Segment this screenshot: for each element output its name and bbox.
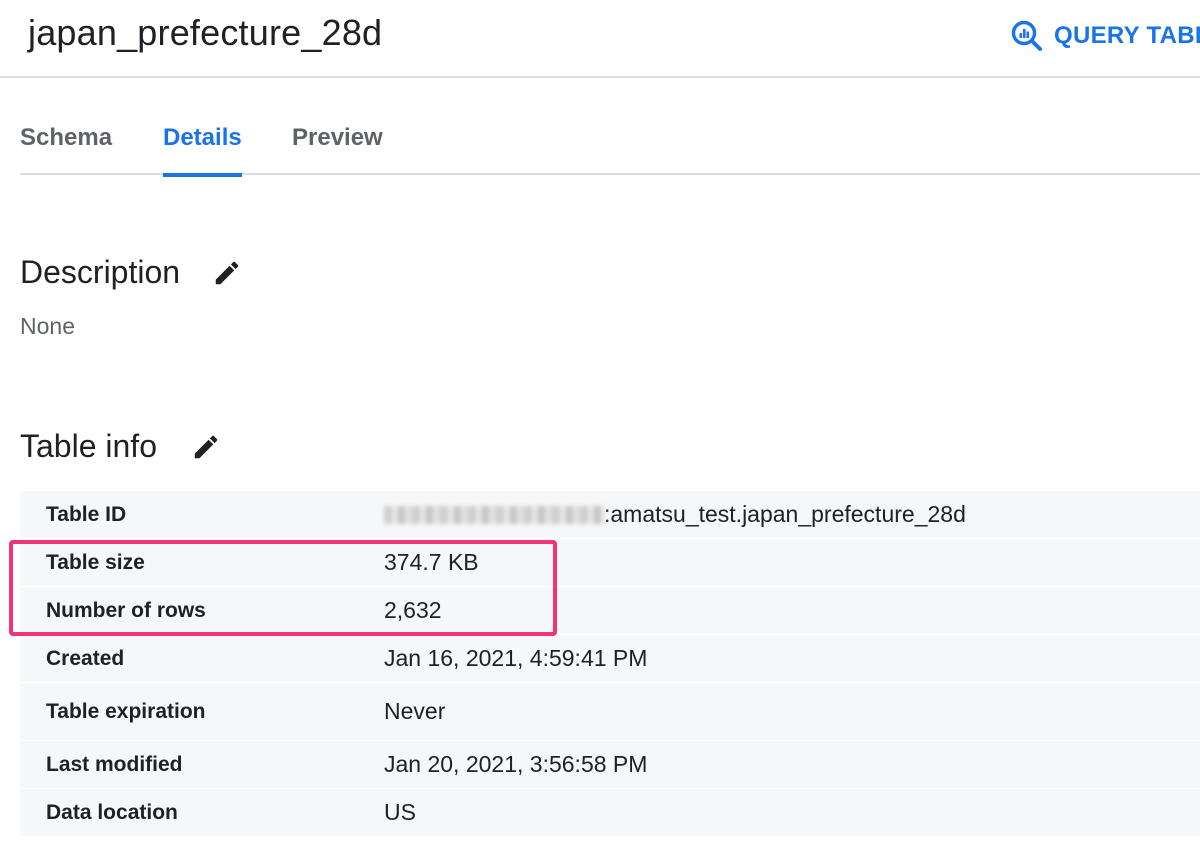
data-location-value: US	[384, 799, 416, 825]
tab-details[interactable]: Details	[163, 100, 242, 177]
last-modified-value: Jan 20, 2021, 3:56:58 PM	[384, 751, 648, 777]
table-info-row-created: Created Jan 16, 2021, 4:59:41 PM	[20, 635, 1200, 683]
redacted-project-id	[384, 505, 604, 524]
table-expiration-label: Table expiration	[46, 699, 206, 723]
table-id-label: Table ID	[46, 502, 127, 526]
table-info-row-number-of-rows: Number of rows 2,632	[20, 587, 1200, 635]
last-modified-label: Last modified	[46, 752, 183, 776]
number-of-rows-label: Number of rows	[46, 598, 206, 622]
tab-preview[interactable]: Preview	[292, 100, 383, 175]
query-table-label: QUERY TABLE	[1054, 22, 1200, 49]
table-info-section-title: Table info	[20, 428, 221, 465]
table-size-value: 374.7 KB	[384, 549, 479, 575]
details-tabs: Schema Details Preview	[20, 100, 1200, 177]
description-value: None	[20, 313, 75, 339]
created-value: Jan 16, 2021, 4:59:41 PM	[384, 645, 648, 671]
data-location-label: Data location	[46, 800, 178, 824]
table-info-list: Table ID :amatsu_test.japan_prefecture_2…	[20, 491, 1200, 837]
tab-schema[interactable]: Schema	[20, 100, 112, 175]
table-expiration-value: Never	[384, 698, 446, 724]
edit-table-info-pencil-icon[interactable]	[191, 432, 221, 462]
table-info-row-table-expiration: Table expiration Never	[20, 683, 1200, 741]
table-size-label: Table size	[46, 550, 145, 574]
query-table-icon	[1010, 19, 1044, 53]
edit-description-pencil-icon[interactable]	[212, 258, 242, 288]
query-table-button[interactable]: QUERY TABLE	[1010, 16, 1200, 56]
table-header: japan_prefecture_28d QUERY TABLE	[0, 0, 1200, 78]
table-id-value: :amatsu_test.japan_prefecture_28d	[384, 491, 966, 538]
description-section-title: Description	[20, 254, 242, 291]
table-info-row-table-size: Table size 374.7 KB	[20, 539, 1200, 587]
table-info-row-table-id: Table ID :amatsu_test.japan_prefecture_2…	[20, 491, 1200, 539]
number-of-rows-value: 2,632	[384, 597, 442, 623]
table-info-row-data-location: Data location US	[20, 789, 1200, 837]
table-title: japan_prefecture_28d	[28, 12, 383, 53]
created-label: Created	[46, 646, 125, 670]
table-info-row-last-modified: Last modified Jan 20, 2021, 3:56:58 PM	[20, 741, 1200, 789]
table-details-page: japan_prefecture_28d QUERY TABLE Schema …	[0, 0, 1200, 855]
